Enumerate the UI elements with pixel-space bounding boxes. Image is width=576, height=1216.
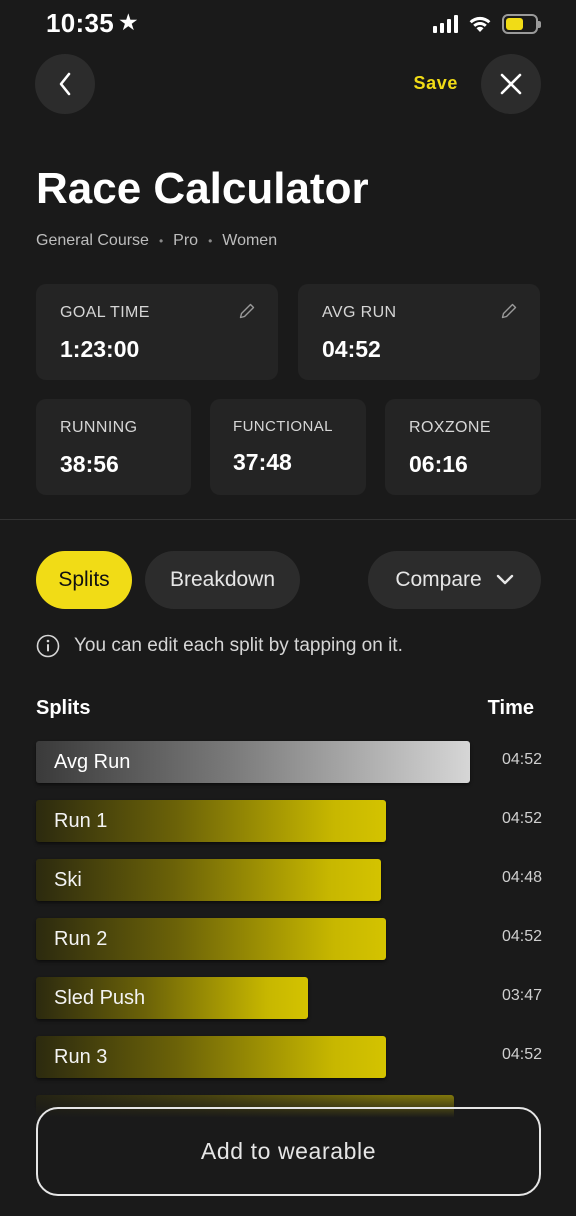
avg-run-value: 04:52	[322, 336, 381, 362]
split-row-run-3[interactable]: Run 3 04:52	[36, 1036, 542, 1078]
split-time: 04:52	[501, 810, 542, 827]
split-row-run-1[interactable]: Run 1 04:52	[36, 800, 542, 842]
split-row-ski[interactable]: Ski 04:48	[36, 859, 542, 901]
functional-value: 37:48	[233, 449, 292, 475]
split-bar[interactable]: Run 1	[36, 800, 386, 842]
roxzone-label: ROXZONE	[409, 419, 491, 436]
split-row-sled-push[interactable]: Sled Push 03:47	[36, 977, 542, 1019]
battery-level	[506, 18, 523, 30]
star-icon: ★	[118, 9, 139, 35]
running-card: RUNNING 38:56	[36, 399, 191, 495]
split-bar[interactable]: Run 2	[36, 918, 386, 960]
splits-column-header: Splits	[36, 697, 91, 719]
avg-run-card[interactable]: AVG RUN 04:52	[298, 284, 540, 380]
chevron-left-icon	[59, 72, 71, 96]
split-bar[interactable]: Run 3	[36, 1036, 386, 1078]
avg-run-label: AVG RUN	[322, 304, 397, 321]
info-row: You can edit each split by tapping on it…	[36, 634, 403, 658]
page-title: Race Calculator	[36, 164, 369, 213]
roxzone-value: 06:16	[409, 451, 468, 477]
tab-breakdown[interactable]: Breakdown	[145, 551, 300, 609]
pencil-icon[interactable]	[500, 302, 518, 320]
split-time: 04:52	[501, 751, 542, 768]
split-bar[interactable]: Ski	[36, 859, 381, 901]
tab-splits[interactable]: Splits	[36, 551, 132, 609]
split-time: 04:52	[501, 1046, 542, 1063]
functional-label: FUNCTIONAL	[233, 418, 333, 435]
add-to-wearable-button[interactable]: Add to wearable	[36, 1107, 541, 1196]
goal-time-card[interactable]: GOAL TIME 1:23:00	[36, 284, 278, 380]
section-divider	[0, 519, 576, 520]
chevron-down-icon	[496, 574, 513, 585]
running-label: RUNNING	[60, 419, 138, 436]
battery-icon	[502, 14, 541, 34]
roxzone-card: ROXZONE 06:16	[385, 399, 541, 495]
save-button[interactable]: Save	[414, 73, 458, 94]
back-button[interactable]	[35, 54, 95, 114]
goal-time-value: 1:23:00	[60, 336, 140, 362]
separator-dot: •	[208, 234, 213, 248]
wifi-icon	[469, 16, 491, 32]
signal-icon	[433, 15, 458, 33]
info-text: You can edit each split by tapping on it…	[74, 635, 403, 656]
split-row-avg-run[interactable]: Avg Run 04:52	[36, 741, 542, 783]
split-row-run-2[interactable]: Run 2 04:52	[36, 918, 542, 960]
compare-label: Compare	[395, 568, 482, 591]
category-label: Women	[222, 232, 278, 249]
split-bar[interactable]: Avg Run	[36, 741, 470, 783]
info-icon	[36, 634, 60, 658]
goal-time-label: GOAL TIME	[60, 304, 150, 321]
status-time: 10:35	[46, 8, 114, 38]
course-label: General Course	[36, 232, 149, 249]
running-value: 38:56	[60, 451, 119, 477]
compare-dropdown[interactable]: Compare	[368, 551, 541, 609]
close-button[interactable]	[481, 54, 541, 114]
pencil-icon[interactable]	[238, 302, 256, 320]
level-label: Pro	[173, 232, 199, 249]
race-subtitle: General Course • Pro • Women	[36, 232, 277, 250]
close-icon	[500, 73, 522, 95]
split-time: 04:48	[501, 869, 542, 886]
status-bar: 10:35 ★	[0, 0, 576, 46]
functional-card: FUNCTIONAL 37:48	[210, 399, 366, 495]
status-icons	[433, 12, 541, 36]
split-time: 03:47	[501, 987, 542, 1004]
separator-dot: •	[158, 234, 164, 248]
split-bar[interactable]: Sled Push	[36, 977, 308, 1019]
time-column-header: Time	[487, 697, 534, 719]
split-time: 04:52	[501, 928, 542, 945]
